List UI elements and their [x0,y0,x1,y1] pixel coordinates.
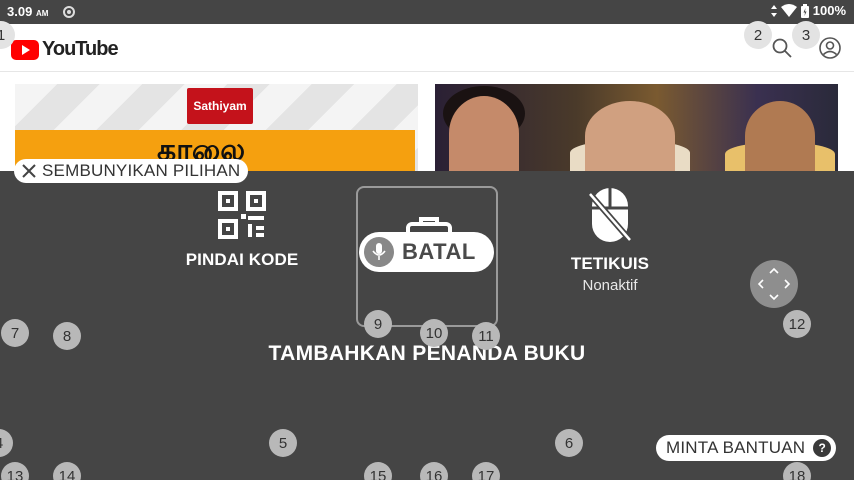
dpad-control[interactable] [750,260,798,308]
hint-badge[interactable]: 18 [783,462,811,480]
status-time: 3.09 AM [7,4,48,19]
hint-badge[interactable]: 12 [783,310,811,338]
hint-badge[interactable]: 10 [420,319,448,347]
hint-badge[interactable]: 13 [1,462,29,480]
hint-badge[interactable]: 16 [420,462,448,480]
video-thumbnail[interactable] [435,84,838,171]
wifi-icon [780,4,797,17]
mouse-label: TETIKUIS [570,254,650,273]
hint-badge[interactable]: 5 [269,429,297,457]
youtube-play-icon [11,39,39,60]
thumbnail-person [745,101,815,171]
help-button[interactable]: MINTA BANTUAN ? [656,435,837,461]
app-header: YouTube [0,24,854,72]
account-icon[interactable] [818,36,842,60]
mouse-status: Nonaktif [582,277,638,294]
mouse-toggle-button[interactable]: TETIKUIS Nonaktif [545,186,675,294]
hint-badge[interactable]: 6 [555,429,583,457]
status-time-value: 3.09 [7,4,33,19]
scan-code-label: PINDAI KODE [185,250,299,269]
hint-badge[interactable]: 15 [364,462,392,480]
hint-badge[interactable]: 8 [53,322,81,350]
help-icon: ? [813,439,832,457]
status-time-ampm: AM [35,9,49,18]
hint-badge[interactable]: 7 [1,319,29,347]
youtube-logo-text: YouTube [42,38,119,60]
scan-code-button[interactable]: PINDAI KODE [172,190,312,270]
hide-options-label: SEMBUNYIKAN PILIHAN [42,161,241,180]
youtube-logo[interactable]: YouTube [11,38,119,61]
hint-badge[interactable]: 3 [792,21,820,49]
video-feed: Sathiyam காலை [0,72,854,171]
battery-icon [800,3,809,18]
status-icons: 100% [770,3,846,18]
battery-percent: 100% [812,3,846,18]
hint-badge[interactable]: 14 [53,462,81,480]
channel-logo: Sathiyam [187,88,253,124]
qr-code-icon [218,191,266,239]
hint-badge[interactable]: 17 [472,462,500,480]
notification-icon [63,6,75,18]
mouse-off-icon [588,188,632,242]
close-icon [22,164,36,178]
cancel-label: BATAL [402,239,476,264]
cancel-button[interactable]: BATAL [359,232,494,272]
hide-options-button[interactable]: SEMBUNYIKAN PILIHAN [14,159,249,183]
hint-badge[interactable]: 4 [0,429,13,457]
mic-icon [364,237,394,267]
dpad-arrows-icon [757,267,791,301]
search-icon[interactable] [770,36,794,60]
thumbnail-person [585,101,675,171]
hint-badge[interactable]: 11 [472,322,500,350]
hint-badge[interactable]: 2 [744,21,772,49]
help-label: MINTA BANTUAN [666,438,806,457]
hint-badge[interactable]: 9 [364,310,392,338]
status-bar: 3.09 AM 100% [0,0,854,24]
video-thumbnail[interactable]: Sathiyam காலை [15,84,418,171]
data-arrows-icon [770,4,777,17]
thumbnail-person [449,96,519,171]
